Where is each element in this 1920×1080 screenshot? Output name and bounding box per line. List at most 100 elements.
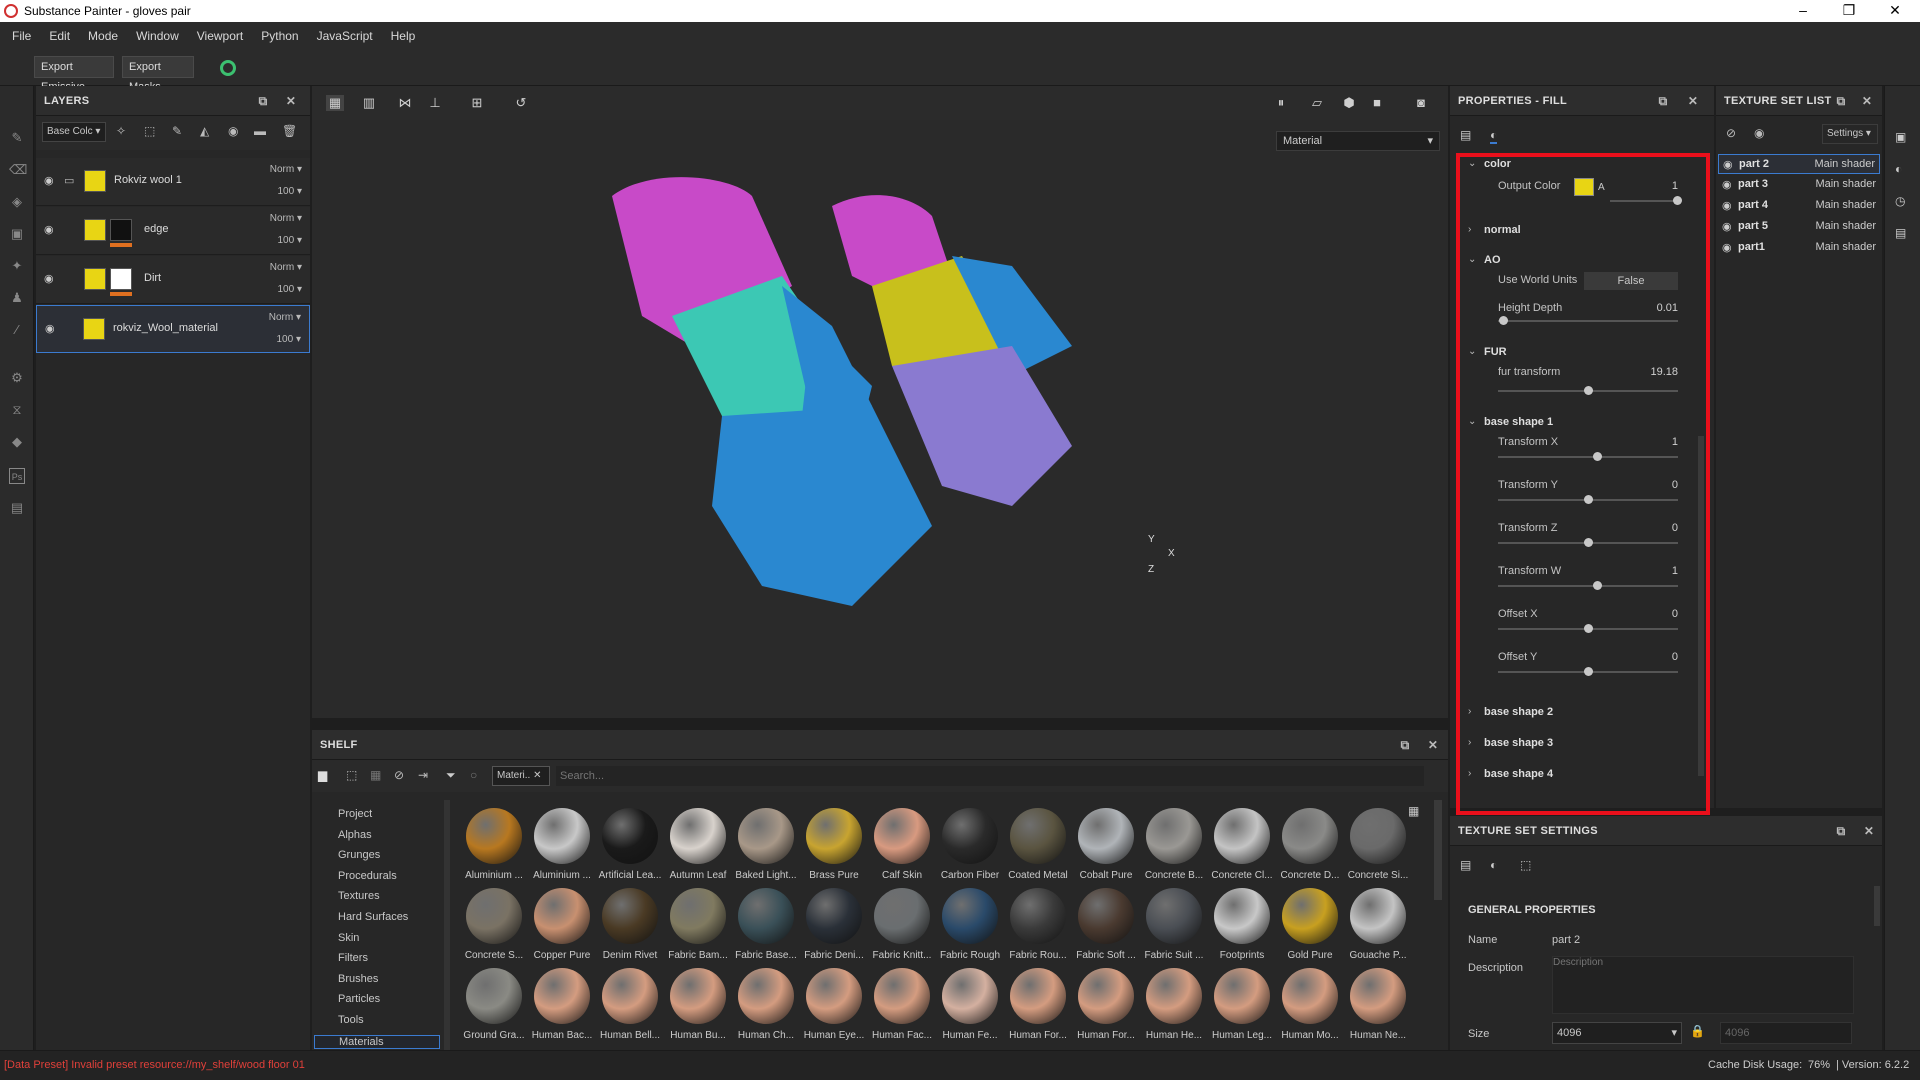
- add-paint-layer-icon[interactable]: ✎: [172, 124, 182, 138]
- 3d-viewport[interactable]: Y X Z: [312, 86, 1448, 718]
- material-thumbnail[interactable]: Fabric Deni...: [802, 888, 866, 961]
- minimize-button[interactable]: –: [1780, 0, 1826, 22]
- material-thumbnail[interactable]: Concrete Si...: [1346, 808, 1410, 881]
- eye-icon[interactable]: ◉: [1754, 126, 1764, 140]
- material-thumbnail[interactable]: Fabric Rough: [938, 888, 1002, 961]
- picker-icon[interactable]: ⁄: [9, 322, 25, 338]
- material-icon[interactable]: ◐: [1490, 858, 1497, 872]
- add-mask-icon[interactable]: ⬚: [144, 124, 155, 138]
- material-thumbnail[interactable]: Brass Pure: [802, 808, 866, 881]
- texture-set-row[interactable]: ◉ part 4 Main shader: [1718, 196, 1880, 216]
- material-thumbnail[interactable]: Gouache P...: [1346, 888, 1410, 961]
- filter-tag[interactable]: Materi.. ✕: [492, 766, 550, 786]
- visibility-eye-icon[interactable]: ◉: [45, 322, 61, 336]
- shelf-search-input[interactable]: [556, 766, 1424, 786]
- material-id-icon[interactable]: ◆: [9, 434, 25, 450]
- shader-name[interactable]: Main shader: [1815, 220, 1876, 232]
- layer-row-selected[interactable]: ◉ rokviz_Wool_material Norm ▾ 100 ▾: [36, 305, 310, 353]
- float-panel-icon[interactable]: ⧉: [1656, 94, 1670, 108]
- layer-row[interactable]: ◉ edge Norm ▾ 100 ▾: [36, 207, 310, 255]
- eye-icon[interactable]: ◉: [1722, 220, 1732, 233]
- material-thumbnail[interactable]: Ground Gra...: [462, 968, 526, 1041]
- menu-file[interactable]: File: [12, 29, 31, 43]
- visibility-eye-icon[interactable]: ◉: [44, 174, 60, 188]
- float-panel-icon[interactable]: ⧉: [1398, 738, 1412, 752]
- material-thumbnail[interactable]: Human He...: [1142, 968, 1206, 1041]
- close-window-button[interactable]: ✕: [1872, 0, 1918, 22]
- shader-name[interactable]: Main shader: [1815, 241, 1876, 253]
- material-thumbnail[interactable]: Autumn Leaf: [666, 808, 730, 881]
- menu-help[interactable]: Help: [391, 29, 416, 43]
- shader-name[interactable]: Main shader: [1814, 158, 1875, 170]
- shelf-category-skin[interactable]: Skin: [338, 932, 359, 944]
- material-thumbnail[interactable]: Fabric Base...: [734, 888, 798, 961]
- material-thumbnail[interactable]: Human Bu...: [666, 968, 730, 1041]
- material-thumbnail[interactable]: Coated Metal: [1006, 808, 1070, 881]
- single-view-icon[interactable]: ▦: [326, 95, 344, 111]
- layer-opacity[interactable]: 100 ▾: [278, 186, 303, 197]
- visibility-eye-icon[interactable]: ◉: [44, 223, 60, 237]
- material-thumbnail[interactable]: Concrete S...: [462, 888, 526, 961]
- eye-icon[interactable]: ◉: [1722, 199, 1732, 212]
- layer-opacity[interactable]: 100 ▾: [277, 334, 302, 345]
- texture-set-row[interactable]: ◉ part 3 Main shader: [1718, 175, 1880, 195]
- material-thumbnail[interactable]: Aluminium ...: [462, 808, 526, 881]
- material-thumbnail[interactable]: Artificial Lea...: [598, 808, 662, 881]
- menu-edit[interactable]: Edit: [49, 29, 70, 43]
- material-thumbnail[interactable]: Baked Light...: [734, 808, 798, 881]
- material-thumbnail[interactable]: Human Bell...: [598, 968, 662, 1041]
- description-field[interactable]: [1552, 956, 1854, 1014]
- blend-mode[interactable]: Norm ▾: [269, 312, 301, 323]
- material-thumbnail[interactable]: Carbon Fiber: [938, 808, 1002, 881]
- settings-scrollbar[interactable]: [1874, 886, 1880, 926]
- add-effect-icon[interactable]: ✧: [116, 124, 126, 138]
- photoshop-icon[interactable]: Ps: [9, 468, 25, 484]
- filter-icon[interactable]: ⏷: [446, 768, 456, 783]
- fit-icon[interactable]: ⊞: [468, 95, 486, 111]
- grid-view-icon[interactable]: ▦: [1408, 804, 1419, 818]
- material-thumbnail[interactable]: Human Fe...: [938, 968, 1002, 1041]
- history-icon[interactable]: ↺: [512, 95, 530, 111]
- camera-icon[interactable]: ■: [1368, 95, 1386, 111]
- shelf-category-textures[interactable]: Textures: [338, 890, 380, 902]
- import-icon[interactable]: ⇥: [418, 768, 428, 782]
- layer-row[interactable]: ◉ Dirt Norm ▾ 100 ▾: [36, 256, 310, 304]
- menu-python[interactable]: Python: [261, 29, 298, 43]
- shader-name[interactable]: Main shader: [1815, 178, 1876, 190]
- material-thumbnail[interactable]: Human Eye...: [802, 968, 866, 1041]
- shader-name[interactable]: Main shader: [1815, 199, 1876, 211]
- eraser-icon[interactable]: ⌫: [9, 162, 27, 178]
- close-tag-icon[interactable]: ✕: [533, 770, 541, 781]
- paint-brush-icon[interactable]: ✎: [9, 130, 25, 146]
- size-select[interactable]: 4096 ▾: [1552, 1022, 1682, 1044]
- smudge-icon[interactable]: ✦: [9, 258, 25, 274]
- symmetry-icon[interactable]: ⋈: [396, 95, 414, 111]
- menu-window[interactable]: Window: [136, 29, 179, 43]
- hide-icon[interactable]: ⊘: [394, 768, 404, 782]
- material-thumbnail[interactable]: Aluminium ...: [530, 808, 594, 881]
- layer-opacity[interactable]: 100 ▾: [278, 284, 303, 295]
- material-thumbnail[interactable]: Human For...: [1074, 968, 1138, 1041]
- material-thumbnail[interactable]: Human Bac...: [530, 968, 594, 1041]
- export-emissive-button[interactable]: Export Emissive: [34, 56, 114, 93]
- pause-icon[interactable]: ⏸: [1272, 95, 1290, 111]
- eye-icon[interactable]: ◉: [1723, 158, 1733, 171]
- material-thumbnail[interactable]: Calf Skin: [870, 808, 934, 881]
- texture-set-row[interactable]: ◉ part 2 Main shader: [1718, 154, 1880, 174]
- settings-dropdown[interactable]: Settings ▾: [1822, 124, 1878, 144]
- add-group-icon[interactable]: ◉: [228, 124, 238, 138]
- material-thumbnail[interactable]: Fabric Soft ...: [1074, 888, 1138, 961]
- close-panel-icon[interactable]: ✕: [1426, 738, 1440, 752]
- material-thumbnail[interactable]: Human For...: [1006, 968, 1070, 1041]
- close-panel-icon[interactable]: ✕: [1862, 824, 1876, 838]
- geometry-fill-icon[interactable]: ▣: [9, 226, 25, 242]
- shelf-category-materials[interactable]: Materials: [314, 1034, 440, 1049]
- material-thumbnail[interactable]: Concrete Cl...: [1210, 808, 1274, 881]
- history-icon[interactable]: ◷: [1895, 194, 1905, 208]
- name-value[interactable]: part 2: [1552, 934, 1580, 946]
- maximize-button[interactable]: ❐: [1826, 0, 1872, 22]
- hourglass-icon[interactable]: ⧖: [9, 402, 25, 418]
- material-thumbnail[interactable]: Footprints: [1210, 888, 1274, 961]
- material-thumbnail[interactable]: Human Ne...: [1346, 968, 1410, 1041]
- display-mode-select[interactable]: Material ▾: [1276, 131, 1440, 151]
